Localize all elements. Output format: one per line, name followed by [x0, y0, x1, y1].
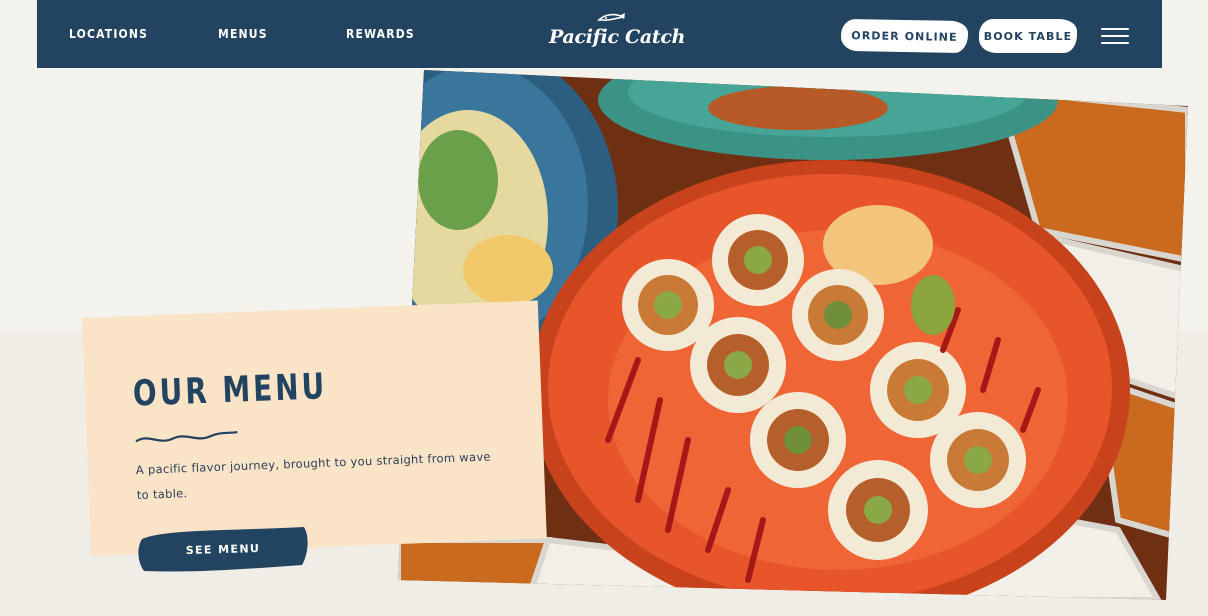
nav-link-rewards[interactable]: REWARDS — [346, 27, 415, 41]
logo-text: Pacific Catch — [549, 26, 686, 48]
our-menu-card: OUR MENU A pacific flavor journey, broug… — [82, 300, 547, 556]
see-menu-label: SEE MENU — [185, 541, 261, 557]
card-description: A pacific flavor journey, brought to you… — [135, 449, 492, 503]
hamburger-line — [1101, 42, 1129, 44]
wave-divider-icon — [135, 431, 238, 443]
fish-logo-icon — [597, 13, 626, 21]
order-online-button[interactable]: ORDER ONLINE — [840, 18, 969, 54]
hamburger-icon[interactable] — [1101, 26, 1131, 46]
pacific-catch-logo[interactable]: Pacific Catch — [549, 13, 685, 54]
see-menu-button[interactable]: SEE MENU — [136, 525, 310, 573]
book-table-button[interactable]: BOOK TABLE — [979, 19, 1077, 53]
card-title: OUR MENU — [132, 365, 328, 415]
top-navigation-bar: LOCATIONS MENUS REWARDS Pacific Catch OR… — [37, 0, 1162, 68]
hamburger-line — [1101, 35, 1129, 37]
hamburger-line — [1101, 28, 1129, 30]
nav-link-menus[interactable]: MENUS — [218, 27, 268, 41]
nav-link-locations[interactable]: LOCATIONS — [69, 27, 148, 41]
